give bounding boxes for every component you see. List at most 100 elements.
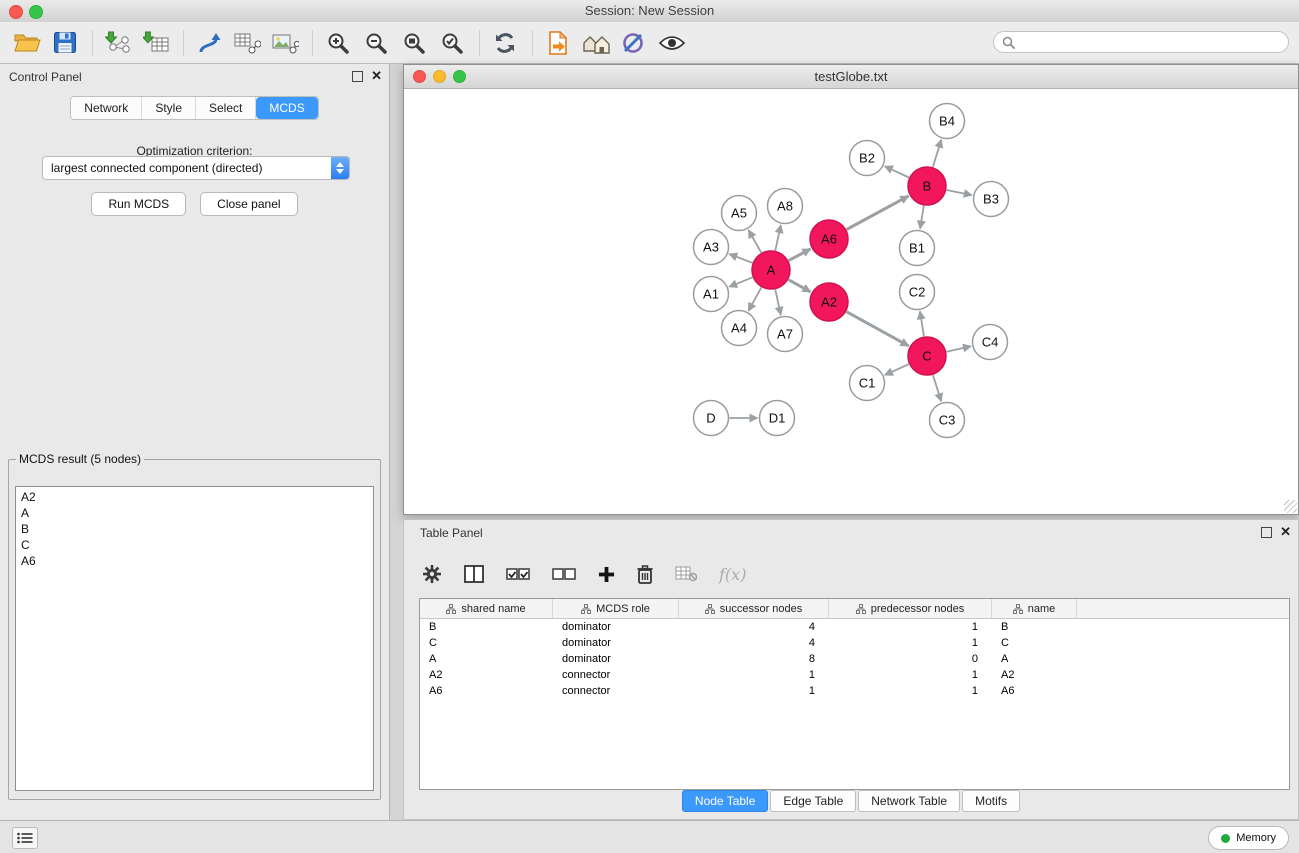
list-item[interactable]: A6 bbox=[21, 553, 368, 569]
network-canvas[interactable]: B4B2BB3A5A8A6A3B1AA1C2A2A4A7CC4C1C3DD1 bbox=[404, 89, 1298, 514]
column-header-predecessor-nodes[interactable]: predecessor nodes bbox=[829, 599, 992, 618]
table-row[interactable]: A6 connector 1 1 A6 bbox=[420, 683, 1289, 699]
graph-edge-C-C2[interactable] bbox=[920, 311, 924, 336]
graph-edge-A2-C[interactable] bbox=[847, 312, 909, 346]
graph-node-A5[interactable]: A5 bbox=[722, 196, 757, 231]
graph-edge-B-B2[interactable] bbox=[885, 166, 909, 177]
node-table[interactable]: shared name MCDS role successor nodes pr… bbox=[419, 598, 1290, 790]
criterion-dropdown[interactable]: largest connected component (directed) bbox=[42, 156, 350, 180]
graph-node-A1[interactable]: A1 bbox=[694, 277, 729, 312]
save-session-button[interactable] bbox=[50, 26, 80, 60]
network-graph[interactable]: B4B2BB3A5A8A6A3B1AA1C2A2A4A7CC4C1C3DD1 bbox=[404, 89, 1298, 514]
close-window-button[interactable] bbox=[9, 5, 23, 19]
toolbar-search[interactable] bbox=[993, 31, 1289, 53]
delete-column-button[interactable] bbox=[637, 565, 653, 584]
show-columns-button[interactable] bbox=[464, 565, 484, 583]
graph-edge-A-A6[interactable] bbox=[789, 249, 811, 261]
graph-edge-C-C3[interactable] bbox=[933, 375, 941, 401]
graph-edge-B-B4[interactable] bbox=[933, 140, 941, 167]
float-panel-icon[interactable] bbox=[1261, 527, 1272, 538]
graph-node-D1[interactable]: D1 bbox=[760, 401, 795, 436]
column-header-mcds-role[interactable]: MCDS role bbox=[553, 599, 679, 618]
network-table-button[interactable] bbox=[232, 26, 262, 60]
float-panel-icon[interactable] bbox=[352, 71, 363, 82]
add-column-button[interactable] bbox=[598, 566, 615, 583]
tab-network[interactable]: Network bbox=[71, 97, 142, 119]
network-window-titlebar[interactable]: testGlobe.txt bbox=[404, 65, 1298, 89]
select-all-button[interactable] bbox=[506, 568, 530, 581]
graph-edge-B-B3[interactable] bbox=[947, 190, 972, 195]
export-image-button[interactable] bbox=[270, 26, 300, 60]
annotation-button[interactable] bbox=[619, 26, 649, 60]
tab-mcds[interactable]: MCDS bbox=[256, 97, 317, 119]
graph-edge-A-A5[interactable] bbox=[749, 230, 762, 253]
run-mcds-button[interactable]: Run MCDS bbox=[91, 192, 186, 216]
graph-node-A2[interactable]: A2 bbox=[810, 283, 848, 321]
home-button[interactable] bbox=[581, 26, 611, 60]
tab-style[interactable]: Style bbox=[142, 97, 196, 119]
network-close-button[interactable] bbox=[413, 70, 426, 83]
close-panel-icon[interactable]: ✕ bbox=[371, 69, 382, 83]
show-hide-button[interactable] bbox=[657, 26, 687, 60]
graph-edge-A-A7[interactable] bbox=[775, 290, 781, 316]
graph-node-C1[interactable]: C1 bbox=[850, 366, 885, 401]
graph-node-A8[interactable]: A8 bbox=[768, 189, 803, 224]
graph-edge-A-A8[interactable] bbox=[775, 225, 781, 251]
graph-node-A4[interactable]: A4 bbox=[722, 311, 757, 346]
delete-table-button[interactable] bbox=[675, 566, 697, 582]
tab-network-table[interactable]: Network Table bbox=[858, 790, 960, 812]
import-table-button[interactable] bbox=[141, 26, 171, 60]
zoom-window-button[interactable] bbox=[29, 5, 43, 19]
graph-node-A7[interactable]: A7 bbox=[768, 317, 803, 352]
refresh-button[interactable] bbox=[490, 26, 520, 60]
mcds-result-list[interactable]: A2 A B C A6 bbox=[15, 486, 374, 791]
graph-node-B[interactable]: B bbox=[908, 167, 946, 205]
memory-button[interactable]: Memory bbox=[1208, 826, 1289, 850]
column-header-name[interactable]: name bbox=[992, 599, 1077, 618]
zoom-in-button[interactable] bbox=[323, 26, 353, 60]
open-session-button[interactable] bbox=[12, 26, 42, 60]
zoom-fit-button[interactable] bbox=[399, 26, 429, 60]
tab-motifs[interactable]: Motifs bbox=[962, 790, 1020, 812]
tab-edge-table[interactable]: Edge Table bbox=[770, 790, 856, 812]
list-item[interactable]: B bbox=[21, 521, 368, 537]
graph-node-C2[interactable]: C2 bbox=[900, 275, 935, 310]
tab-node-table[interactable]: Node Table bbox=[682, 790, 769, 812]
list-item[interactable]: C bbox=[21, 537, 368, 553]
graph-node-B4[interactable]: B4 bbox=[930, 104, 965, 139]
graph-node-A[interactable]: A bbox=[752, 251, 790, 289]
network-zoom-button[interactable] bbox=[453, 70, 466, 83]
graph-node-D[interactable]: D bbox=[694, 401, 729, 436]
list-item[interactable]: A bbox=[21, 505, 368, 521]
graph-edge-A-A1[interactable] bbox=[729, 277, 752, 286]
graph-node-C3[interactable]: C3 bbox=[930, 403, 965, 438]
import-network-button[interactable] bbox=[103, 26, 133, 60]
graph-edge-A6-B[interactable] bbox=[847, 196, 909, 230]
apply-layout-button[interactable] bbox=[194, 26, 224, 60]
graph-edge-A-A2[interactable] bbox=[789, 280, 811, 292]
graph-node-B3[interactable]: B3 bbox=[974, 182, 1009, 217]
graph-edge-A-A4[interactable] bbox=[748, 288, 761, 311]
graph-node-B1[interactable]: B1 bbox=[900, 231, 935, 266]
table-row[interactable]: A dominator 8 0 A bbox=[420, 651, 1289, 667]
zoom-out-button[interactable] bbox=[361, 26, 391, 60]
deselect-all-button[interactable] bbox=[552, 568, 576, 581]
window-resize-grip[interactable] bbox=[1284, 500, 1297, 513]
column-header-shared-name[interactable]: shared name bbox=[420, 599, 553, 618]
graph-edge-C-C1[interactable] bbox=[885, 364, 909, 375]
tab-select[interactable]: Select bbox=[196, 97, 256, 119]
zoom-selected-button[interactable] bbox=[437, 26, 467, 60]
table-row[interactable]: A2 connector 1 1 A2 bbox=[420, 667, 1289, 683]
network-minimize-button[interactable] bbox=[433, 70, 446, 83]
function-builder-button[interactable]: f(x) bbox=[719, 565, 746, 584]
table-settings-button[interactable] bbox=[422, 564, 442, 584]
graph-edge-C-C4[interactable] bbox=[947, 346, 972, 352]
table-row[interactable]: C dominator 4 1 C bbox=[420, 635, 1289, 651]
window-titlebar[interactable]: Session: New Session bbox=[0, 0, 1299, 23]
close-panel-icon[interactable]: ✕ bbox=[1280, 525, 1291, 539]
column-header-successor-nodes[interactable]: successor nodes bbox=[679, 599, 829, 618]
graph-node-A3[interactable]: A3 bbox=[694, 230, 729, 265]
search-input[interactable] bbox=[1020, 34, 1280, 50]
list-item[interactable]: A2 bbox=[21, 489, 368, 505]
close-panel-button[interactable]: Close panel bbox=[200, 192, 297, 216]
